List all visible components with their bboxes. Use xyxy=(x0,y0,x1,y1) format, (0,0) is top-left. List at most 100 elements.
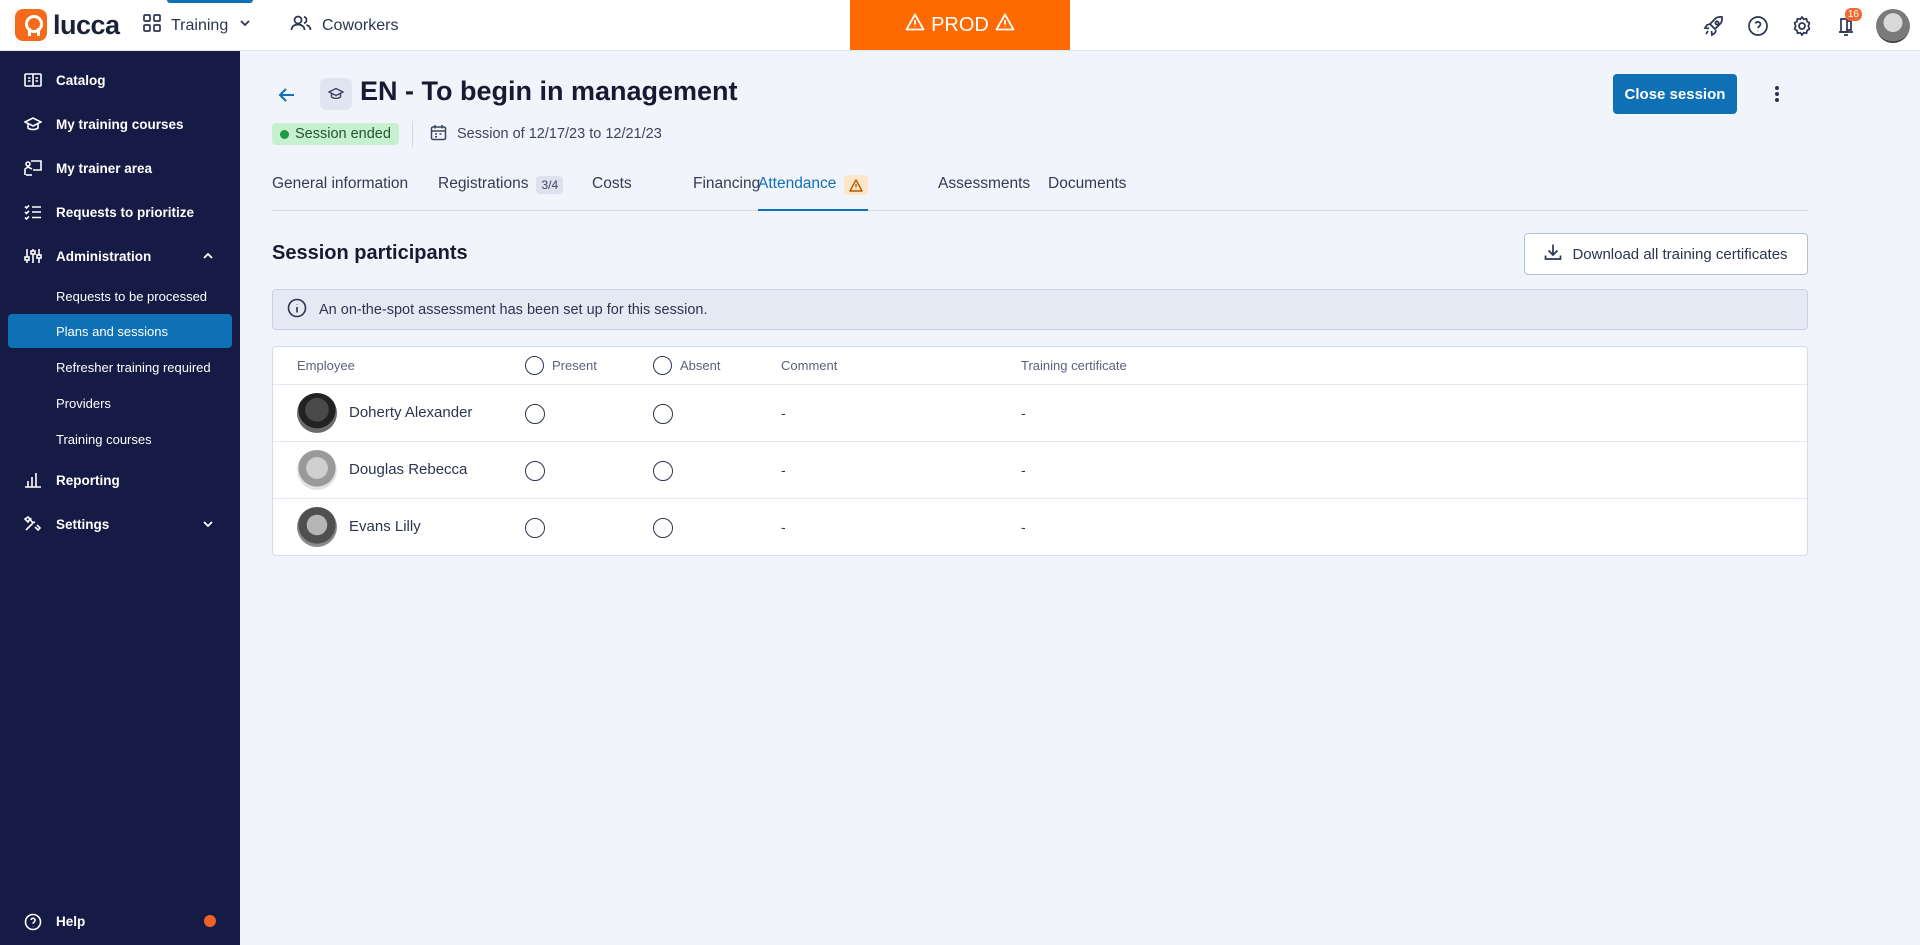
app-grid-icon xyxy=(143,14,161,37)
info-icon xyxy=(287,298,307,322)
session-dates-label: Session of 12/17/23 to 12/21/23 xyxy=(457,126,662,142)
help-notification-dot xyxy=(204,915,216,927)
user-avatar[interactable] xyxy=(1876,8,1910,43)
sidebar-item-requests-to-prioritize[interactable]: Requests to prioritize xyxy=(0,192,240,232)
tab-label: Financing xyxy=(693,175,761,192)
column-header-employee: Employee xyxy=(297,347,355,384)
session-dates: Session of 12/17/23 to 12/21/23 xyxy=(430,123,662,145)
sidebar-item-label: Help xyxy=(56,913,86,929)
close-session-button[interactable]: Close session xyxy=(1613,74,1737,114)
sidebar-subitem-plans-and-sessions[interactable]: Plans and sessions xyxy=(8,314,232,348)
info-banner: An on-the-spot assessment has been set u… xyxy=(272,289,1808,330)
sidebar-subitem-label: Refresher training required xyxy=(56,359,211,375)
sidebar-item-catalog[interactable]: Catalog xyxy=(0,60,240,100)
participants-table: Employee Present Absent Comment Training… xyxy=(272,346,1808,556)
sidebar-item-reporting[interactable]: Reporting xyxy=(0,460,240,500)
graduation-cap-icon xyxy=(23,116,43,132)
logo-text: lucca xyxy=(53,9,120,40)
notifications-count: 16 xyxy=(1844,8,1862,21)
table-row: Doherty Alexander - - xyxy=(273,384,1807,441)
present-radio[interactable] xyxy=(525,518,545,538)
sidebar-item-settings[interactable]: Settings xyxy=(0,504,240,544)
sidebar-subitem-training-courses[interactable]: Training courses xyxy=(8,422,232,456)
tab-registrations[interactable]: Registrations 3/4 xyxy=(438,169,564,211)
back-arrow-icon[interactable] xyxy=(275,83,299,107)
tab-costs[interactable]: Costs xyxy=(592,169,632,211)
select-all-absent-radio[interactable] xyxy=(653,356,672,375)
present-radio[interactable] xyxy=(525,404,545,424)
app-switcher[interactable]: Training xyxy=(143,0,254,51)
page-title: EN - To begin in management xyxy=(360,76,738,106)
sidebar-item-my-trainer-area[interactable]: My trainer area xyxy=(0,148,240,188)
sidebar-item-label: Reporting xyxy=(56,472,120,488)
employee-name: Evans Lilly xyxy=(349,518,421,535)
sidebar-subitem-label: Training courses xyxy=(56,431,152,447)
download-certificates-button[interactable]: Download all training certificates xyxy=(1524,233,1808,275)
section-title: Session participants xyxy=(272,242,468,264)
absent-radio[interactable] xyxy=(653,404,673,424)
sidebar-subitem-label: Providers xyxy=(56,395,111,411)
table-row: Evans Lilly - - xyxy=(273,498,1807,555)
column-header-comment: Comment xyxy=(781,347,837,384)
column-header-absent: Absent xyxy=(653,347,720,384)
sidebar-subitem-requests-to-be-processed[interactable]: Requests to be processed xyxy=(8,279,232,313)
present-radio[interactable] xyxy=(525,461,545,481)
absent-radio[interactable] xyxy=(653,461,673,481)
employee-name: Doherty Alexander xyxy=(349,404,473,421)
help-circle-icon[interactable] xyxy=(1736,0,1780,51)
help-circle-icon xyxy=(24,913,42,931)
more-options-icon[interactable] xyxy=(1765,78,1789,110)
avatar xyxy=(297,507,337,547)
sidebar-item-label: My trainer area xyxy=(56,160,153,176)
sidebar-subitem-refresher-training-required[interactable]: Refresher training required xyxy=(8,350,232,384)
list-check-icon xyxy=(24,204,42,221)
select-all-present-radio[interactable] xyxy=(525,356,544,375)
table-row: Douglas Rebecca - - xyxy=(273,441,1807,498)
sidebar-item-label: Requests to prioritize xyxy=(56,204,195,220)
download-label: Download all training certificates xyxy=(1572,245,1788,263)
coworkers-link[interactable]: Coworkers xyxy=(290,0,398,51)
users-icon xyxy=(290,14,312,37)
sidebar-item-help[interactable]: Help xyxy=(0,901,240,941)
tab-label: Documents xyxy=(1048,175,1127,192)
sidebar-item-label: Catalog xyxy=(56,72,106,88)
registrations-count-badge: 3/4 xyxy=(536,176,564,194)
divider xyxy=(412,121,413,147)
tab-label: Costs xyxy=(592,175,632,192)
gear-icon[interactable] xyxy=(1780,0,1824,51)
tools-icon xyxy=(23,515,42,532)
info-text: An on-the-spot assessment has been set u… xyxy=(319,301,708,318)
status-label: Session ended xyxy=(295,126,391,142)
status-dot xyxy=(280,129,289,139)
sidebar-subitem-providers[interactable]: Providers xyxy=(8,386,232,420)
tab-financing[interactable]: Financing xyxy=(693,169,760,211)
tab-label: Attendance xyxy=(758,175,837,192)
top-bar: lucca Training Coworkers PROD 16 xyxy=(0,0,1920,51)
lucca-logo[interactable]: lucca xyxy=(15,9,120,41)
comment-value: - xyxy=(781,519,786,535)
tab-assessments[interactable]: Assessments xyxy=(938,169,1030,211)
catalog-icon xyxy=(24,72,42,88)
sidebar-item-my-training-courses[interactable]: My training courses xyxy=(0,104,240,144)
rocket-icon[interactable] xyxy=(1692,0,1736,51)
notifications-bell-icon[interactable]: 16 xyxy=(1824,0,1868,51)
absent-radio[interactable] xyxy=(653,518,673,538)
certificate-value: - xyxy=(1021,462,1026,478)
tab-bar: General information Registrations 3/4 Co… xyxy=(272,169,1808,211)
tab-attendance[interactable]: Attendance xyxy=(758,169,869,211)
tab-documents[interactable]: Documents xyxy=(1048,169,1126,211)
sidebar-item-administration[interactable]: Administration xyxy=(0,236,240,276)
sidebar-item-label: Settings xyxy=(56,516,110,532)
comment-value: - xyxy=(781,462,786,478)
column-header-present: Present xyxy=(525,347,597,384)
tab-general-information[interactable]: General information xyxy=(272,169,408,211)
column-header-label: Employee xyxy=(297,358,355,373)
warning-icon xyxy=(905,13,925,37)
lucca-logo-icon xyxy=(15,9,47,41)
column-header-label: Present xyxy=(552,358,597,373)
chevron-down-icon xyxy=(238,16,252,35)
trainer-board-icon xyxy=(24,160,42,176)
sliders-icon xyxy=(24,248,42,264)
tab-label: General information xyxy=(272,175,409,192)
sidebar-subitem-label: Plans and sessions xyxy=(56,323,169,339)
